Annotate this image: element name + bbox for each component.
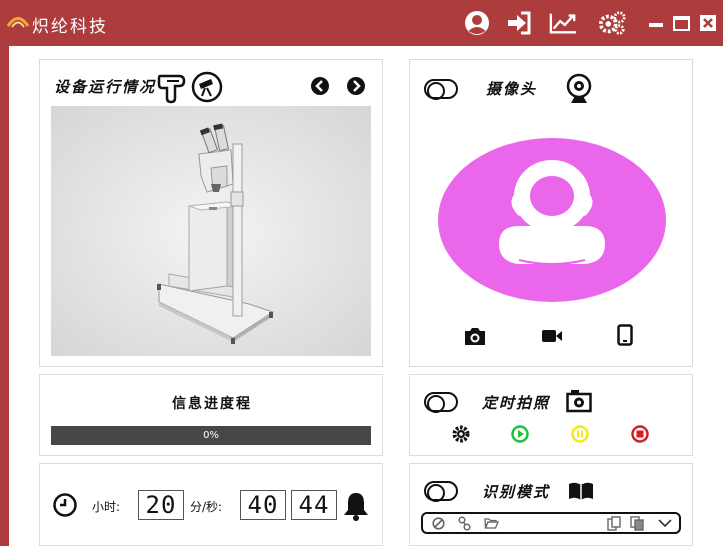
login-icon[interactable]: [505, 10, 533, 36]
photo-frame-icon[interactable]: [566, 389, 592, 413]
bell-icon[interactable]: [343, 491, 369, 521]
folder-open-icon[interactable]: [484, 517, 499, 529]
device-image: [51, 106, 371, 356]
stop-icon[interactable]: [631, 425, 649, 443]
chevron-left-icon[interactable]: [310, 76, 330, 96]
cancel-icon[interactable]: [432, 517, 445, 530]
webcam-icon[interactable]: [566, 73, 592, 105]
progress-bar: 0%: [51, 426, 371, 445]
progress-panel: 信息进度程 0%: [39, 374, 383, 456]
recognition-toolbar: [421, 512, 681, 534]
chevron-down-icon[interactable]: [658, 518, 672, 528]
chart-line-icon[interactable]: [549, 10, 577, 36]
device-panel-title: 设备运行情况: [54, 78, 157, 96]
camera-toggle[interactable]: [424, 79, 458, 100]
progress-panel-title: 信息进度程: [172, 396, 252, 412]
title-bar: 炽纶科技: [0, 0, 723, 46]
min-sec-label: 分/秒:: [190, 500, 223, 514]
open-book-icon[interactable]: [568, 481, 594, 501]
timed-capture-toggle[interactable]: [424, 392, 458, 413]
camera-photo-icon[interactable]: [464, 326, 486, 346]
recognition-panel-title: 识别模式: [482, 483, 551, 501]
recognition-panel: 识别模式: [409, 463, 693, 546]
maximize-icon[interactable]: [671, 10, 691, 36]
hours-label: 小时:: [92, 500, 121, 514]
recognition-toggle[interactable]: [424, 481, 458, 502]
device-status-panel: 设备运行情况: [39, 59, 383, 367]
logo-icon: [6, 17, 30, 28]
video-camera-icon[interactable]: [541, 328, 563, 344]
app-title: 炽纶科技: [32, 17, 108, 37]
clock-icon: [53, 493, 77, 517]
chevron-right-icon[interactable]: [346, 76, 366, 96]
settings-gears-icon[interactable]: [598, 10, 626, 36]
minimize-icon[interactable]: [647, 10, 665, 36]
seconds-field[interactable]: 44: [291, 490, 337, 520]
progress-label: 0%: [203, 430, 219, 441]
avatar-placeholder-icon: [438, 138, 666, 302]
camera-panel-title: 摄像头: [486, 80, 538, 98]
play-icon[interactable]: [511, 425, 529, 443]
close-icon[interactable]: [698, 10, 718, 36]
tablet-icon[interactable]: [617, 324, 633, 346]
camera-panel: 摄像头: [409, 59, 693, 367]
timer-panel: 小时: 20 分/秒: 40 44: [39, 463, 383, 546]
telescope-icon[interactable]: [191, 71, 223, 103]
hours-field[interactable]: 20: [138, 490, 184, 520]
paste-icon[interactable]: [607, 516, 621, 531]
settings-gear-icon[interactable]: [452, 425, 470, 443]
left-accent-bar: [0, 46, 9, 546]
timed-capture-panel-title: 定时拍照: [482, 394, 551, 412]
link-icon[interactable]: [458, 516, 471, 531]
minutes-field[interactable]: 40: [240, 490, 286, 520]
copy-icon[interactable]: [630, 516, 644, 531]
timed-capture-panel: 定时拍照: [409, 374, 693, 456]
pointing-hand-icon[interactable]: [157, 72, 187, 104]
pause-icon[interactable]: [571, 425, 589, 443]
user-icon[interactable]: [463, 10, 491, 36]
